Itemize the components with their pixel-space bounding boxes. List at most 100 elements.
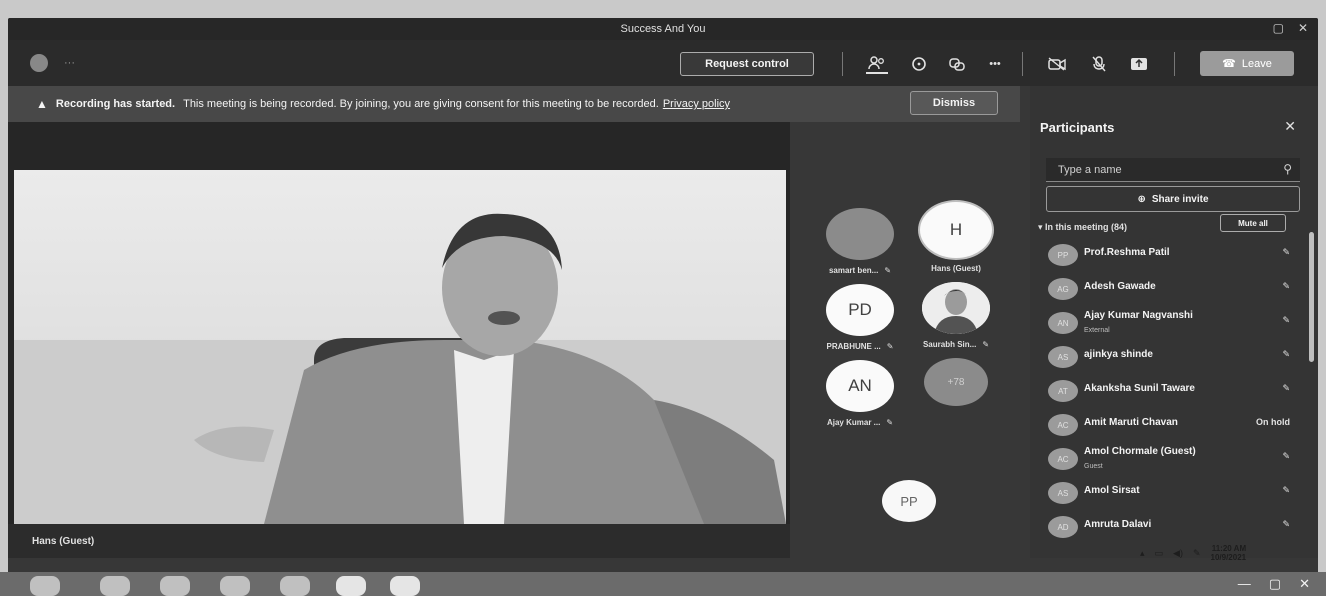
participant-name: Amol Chormale (Guest) [1084,446,1196,457]
teams-logo-icon [30,54,48,72]
chat-icon[interactable] [908,54,930,74]
language-icon[interactable]: ✎ [1193,548,1201,559]
taskbar-app-icon[interactable] [280,576,310,596]
speaker-name-bar: Hans (Guest) [8,524,790,558]
participant-list: PP Prof.Reshma Patil ✎ AG Adesh Gawade ✎… [1044,238,1306,544]
avatar: AC [1048,414,1078,436]
share-invite-button[interactable]: ⊕ Share invite [1046,186,1300,212]
meeting-stage: Hans (Guest) samart ben... ✎ H Hans (Gues… [8,122,1020,558]
privacy-policy-link[interactable]: Privacy policy [663,98,730,110]
participant-row[interactable]: PP Prof.Reshma Patil ✎ [1044,238,1306,272]
participant-name: Amol Sirsat [1084,485,1140,496]
avatar: H [920,202,992,258]
participant-row[interactable]: AS Amol Sirsat ✎ [1044,476,1306,510]
mute-all-button[interactable]: Mute all [1220,214,1286,232]
tray-clock[interactable]: 11:20 AM 10/9/2021 [1211,544,1247,562]
overflow-count: +78 [924,358,988,406]
profile-photo-icon [922,282,990,334]
divider [842,52,843,76]
taskbar-app-icon[interactable] [390,576,420,596]
taskbar-app-icon[interactable] [220,576,250,596]
divider [1174,52,1175,76]
mic-off-icon: ✎ [886,418,894,427]
recording-banner: ▲ Recording has started. This meeting is… [8,86,1020,122]
participant-name: Amruta Dalavi [1084,519,1152,530]
participant-row[interactable]: AT Akanksha Sunil Taware ✎ [1044,374,1306,408]
minimize-icon[interactable]: — [1238,576,1251,592]
taskbar-app-icon[interactable] [336,576,366,596]
participant-name: Adesh Gawade [1084,281,1156,292]
gallery-tile[interactable]: AN Ajay Kumar ... ✎ [810,360,910,427]
tile-label: samart ben... ✎ [828,266,892,275]
avatar: AS [1048,482,1078,504]
speaker-video[interactable] [14,170,786,524]
participant-row[interactable]: AN Ajay Kumar Nagvanshi External ✎ [1044,306,1306,340]
breakout-rooms-icon[interactable] [946,54,968,74]
maximize-icon[interactable]: ▢ [1269,576,1281,592]
gallery-tile[interactable]: Saurabh Sin... ✎ [906,282,1006,349]
speaker-name: Hans (Guest) [32,536,95,547]
teams-window: Success And You ▢ ✕ ··· Request control … [8,18,1318,578]
avatar: AS [1048,346,1078,368]
lower-window-controls: — ▢ ✕ [1238,576,1310,592]
participant-row[interactable]: AC Amit Maruti Chavan On hold [1044,408,1306,442]
participant-name: ajinkya shinde [1084,349,1153,360]
participant-row[interactable]: AD Amruta Dalavi ✎ [1044,510,1306,544]
close-icon[interactable]: ✕ [1299,576,1310,592]
participant-search-input[interactable]: Type a name ⚲ [1046,158,1300,182]
warning-icon: ▲ [36,97,48,111]
leave-button[interactable]: ☎ Leave [1200,51,1294,76]
self-avatar[interactable]: PP [882,480,936,522]
dismiss-button[interactable]: Dismiss [910,91,998,115]
gallery-tile[interactable]: samart ben... ✎ [810,208,910,275]
close-icon[interactable]: ✕ [1284,118,1296,135]
taskbar-app-icon[interactable] [160,576,190,596]
mic-off-icon: ✎ [1282,315,1290,325]
participant-row[interactable]: AS ajinkya shinde ✎ [1044,340,1306,374]
more-options-icon[interactable]: ••• [984,54,1006,74]
mic-off-icon: ✎ [1282,383,1290,393]
network-icon[interactable]: ▭ [1155,548,1164,559]
in-meeting-section[interactable]: ▾ In this meeting (84) [1038,222,1127,233]
banner-heading: Recording has started. [55,98,176,110]
back-arrow-icon[interactable]: ··· [64,57,75,69]
system-tray: ▴ ▭ ◀) ✎ 11:20 AM 10/9/2021 [1140,544,1310,562]
tile-label: Ajay Kumar ... ✎ [826,418,894,427]
tile-label: Hans (Guest) [931,264,981,273]
tray-chevron-icon[interactable]: ▴ [1140,548,1145,559]
participant-subtitle: External [1084,327,1110,334]
panel-title: Participants [1040,120,1115,135]
mic-off-icon: ✎ [1282,519,1290,529]
participant-gallery: samart ben... ✎ H Hans (Guest) PD PRABHUN… [790,122,1020,558]
avatar: AT [1048,380,1078,402]
avatar: AD [1048,516,1078,538]
mic-off-icon: ✎ [1282,451,1290,461]
mic-off-icon: ✎ [1282,281,1290,291]
gallery-tile[interactable]: PD PRABHUNE ... ✎ [810,284,910,351]
volume-icon[interactable]: ◀) [1173,548,1183,559]
mic-off-icon[interactable] [1088,54,1110,74]
request-control-button[interactable]: Request control [680,52,814,76]
divider [1022,52,1023,76]
scrollbar[interactable] [1309,232,1314,362]
participant-subtitle: Guest [1084,463,1103,470]
participant-row[interactable]: AC Amol Chormale (Guest) Guest ✎ [1044,442,1306,476]
taskbar-app-icon[interactable] [30,576,60,596]
participants-icon[interactable] [866,54,888,74]
maximize-icon[interactable]: ▢ [1273,21,1284,35]
participant-row[interactable]: AG Adesh Gawade ✎ [1044,272,1306,306]
taskbar: — ▢ ✕ [0,572,1326,596]
participants-panel: Participants ✕ Type a name ⚲ ⊕ Share inv… [1030,86,1318,558]
mic-off-icon: ✎ [1282,247,1290,257]
window-title: Success And You [620,23,706,35]
close-icon[interactable]: ✕ [1298,21,1308,35]
title-bar: Success And You ▢ ✕ [8,18,1318,40]
camera-off-icon[interactable] [1046,54,1068,74]
participant-name: Ajay Kumar Nagvanshi [1084,310,1193,321]
share-screen-icon[interactable] [1128,54,1150,74]
tile-label: Saurabh Sin... ✎ [922,340,990,349]
speaker-video-frame [14,213,786,524]
more-participants-tile[interactable]: +78 [906,358,1006,406]
gallery-tile[interactable]: H Hans (Guest) [906,202,1006,273]
taskbar-app-icon[interactable] [100,576,130,596]
